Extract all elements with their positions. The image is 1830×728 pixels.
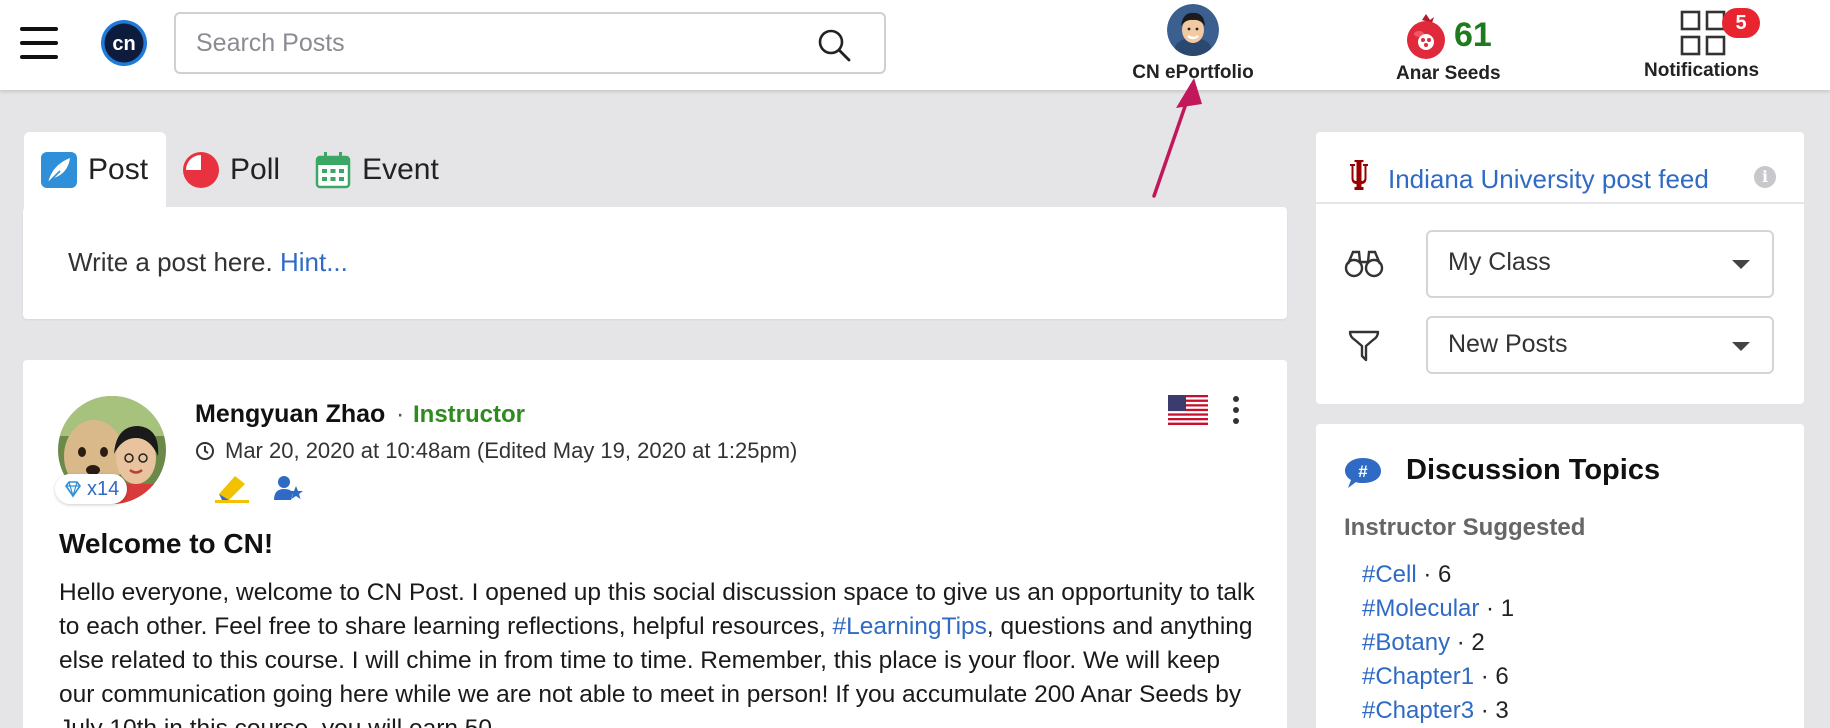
- topic-tag-link[interactable]: #Botany: [1362, 629, 1450, 656]
- discussion-topics-title: Discussion Topics: [1406, 454, 1661, 486]
- topic-count: 3: [1495, 697, 1509, 724]
- topic-count: 6: [1438, 561, 1452, 588]
- highlighter-badge-icon: [215, 476, 249, 503]
- search-icon[interactable]: [816, 27, 852, 63]
- notifications-count-badge: 5: [1722, 8, 1760, 38]
- top-navigation-bar: cn CN ePortfolio: [0, 0, 1830, 90]
- cn-logo-icon[interactable]: cn: [100, 19, 148, 67]
- calendar-icon: [315, 152, 351, 189]
- anar-seeds-button[interactable]: 61 Anar Seeds: [1392, 8, 1502, 84]
- search-bar: [174, 12, 886, 74]
- post-more-options-icon[interactable]: [1233, 396, 1241, 424]
- feed-title-link[interactable]: Indiana University post feed: [1388, 164, 1709, 195]
- user-avatar: [1167, 4, 1219, 56]
- post-title: Welcome to CN!: [59, 528, 274, 559]
- hashtag-speech-bubble-icon: #: [1345, 458, 1381, 488]
- filter-icon: [1348, 330, 1380, 362]
- hamburger-menu-icon[interactable]: [20, 27, 58, 59]
- pie-chart-icon: [183, 152, 220, 188]
- user-star-badge-icon: [274, 476, 303, 500]
- svg-text:cn: cn: [112, 33, 135, 55]
- svg-text:#: #: [1358, 462, 1368, 481]
- tab-event[interactable]: Event: [298, 132, 457, 208]
- clock-icon: [196, 442, 214, 460]
- gems-badge: x14: [55, 474, 128, 504]
- author-role-separator: ·: [396, 400, 405, 428]
- indiana-university-logo-icon: [1350, 160, 1368, 190]
- topic-count: 2: [1471, 629, 1485, 656]
- notifications-button[interactable]: 5 Notifications: [1640, 4, 1766, 84]
- eportfolio-button[interactable]: CN ePortfolio: [1128, 4, 1258, 84]
- topic-item: #Molecular · 1: [1362, 595, 1515, 622]
- class-filter-value: My Class: [1448, 248, 1551, 276]
- tab-poll-label: Poll: [230, 153, 281, 186]
- composer-hint-link[interactable]: Hint...: [280, 247, 348, 277]
- composer-placeholder: Write a post here.: [68, 247, 273, 277]
- sort-filter-value: New Posts: [1448, 330, 1568, 358]
- topic-item: #Cell · 6: [1362, 561, 1452, 588]
- topic-tag-link[interactable]: #Molecular: [1362, 595, 1479, 622]
- sort-filter-select[interactable]: New Posts: [1426, 316, 1774, 374]
- pomegranate-icon: [1407, 14, 1445, 59]
- chevron-down-icon: [1732, 260, 1750, 269]
- topic-item: #Chapter3 · 3: [1362, 697, 1509, 724]
- feed-filters: My Class New Posts: [1316, 204, 1804, 404]
- tab-event-label: Event: [362, 153, 439, 186]
- binoculars-icon: [1344, 250, 1384, 278]
- search-input[interactable]: [196, 14, 796, 72]
- topic-tag-link[interactable]: #Chapter1: [1362, 663, 1474, 690]
- tab-post-label: Post: [88, 153, 149, 186]
- us-flag-icon: [1168, 395, 1208, 425]
- post-timestamp: Mar 20, 2020 at 10:48am (Edited May 19, …: [225, 438, 798, 463]
- post-composer[interactable]: Write a post here. Hint...: [23, 207, 1287, 319]
- topic-tag-link[interactable]: #Chapter3: [1362, 697, 1474, 724]
- composer-prompt[interactable]: Write a post here. Hint...: [68, 247, 348, 278]
- tab-poll[interactable]: Poll: [166, 132, 298, 208]
- post-card: x14 Mengyuan Zhao · Instructor Mar 20, 2…: [23, 360, 1287, 728]
- post-body-hashtag[interactable]: #LearningTips: [833, 613, 987, 640]
- instructor-suggested-heading: Instructor Suggested: [1344, 514, 1586, 541]
- feather-icon: [41, 152, 77, 188]
- gems-count: x14: [87, 477, 120, 500]
- topic-list: #Cell · 6 #Molecular · 1 #Botany · 2 #Ch…: [1362, 558, 1514, 728]
- anar-seeds-count: 61: [1454, 16, 1492, 54]
- notifications-label: Notifications: [1644, 60, 1760, 81]
- post-body: Hello everyone, welcome to CN Post. I op…: [59, 576, 1259, 728]
- eportfolio-label: CN ePortfolio: [1132, 62, 1254, 83]
- topic-count: 6: [1495, 663, 1509, 690]
- topic-count: 1: [1500, 595, 1515, 622]
- composer-tabs: Post Poll Event: [24, 132, 457, 208]
- grid-icon: [1680, 10, 1726, 56]
- discussion-topics-panel: # Discussion Topics Instructor Suggested…: [1316, 424, 1804, 728]
- class-filter-select[interactable]: My Class: [1426, 230, 1774, 298]
- diamond-icon: [65, 481, 81, 499]
- anar-seeds-label: Anar Seeds: [1396, 63, 1501, 84]
- tab-post[interactable]: Post: [24, 132, 167, 208]
- post-author-name[interactable]: Mengyuan Zhao: [195, 400, 385, 429]
- info-icon[interactable]: i: [1754, 166, 1776, 188]
- annotation-arrow: [1152, 78, 1202, 198]
- topic-item: #Chapter1 · 6: [1362, 663, 1509, 690]
- feed-header: Indiana University post feed i: [1316, 132, 1804, 202]
- chevron-down-icon: [1732, 342, 1750, 351]
- author-role: Instructor: [413, 401, 526, 428]
- topic-tag-link[interactable]: #Cell: [1362, 561, 1417, 588]
- topic-item: #Botany · 2: [1362, 629, 1485, 656]
